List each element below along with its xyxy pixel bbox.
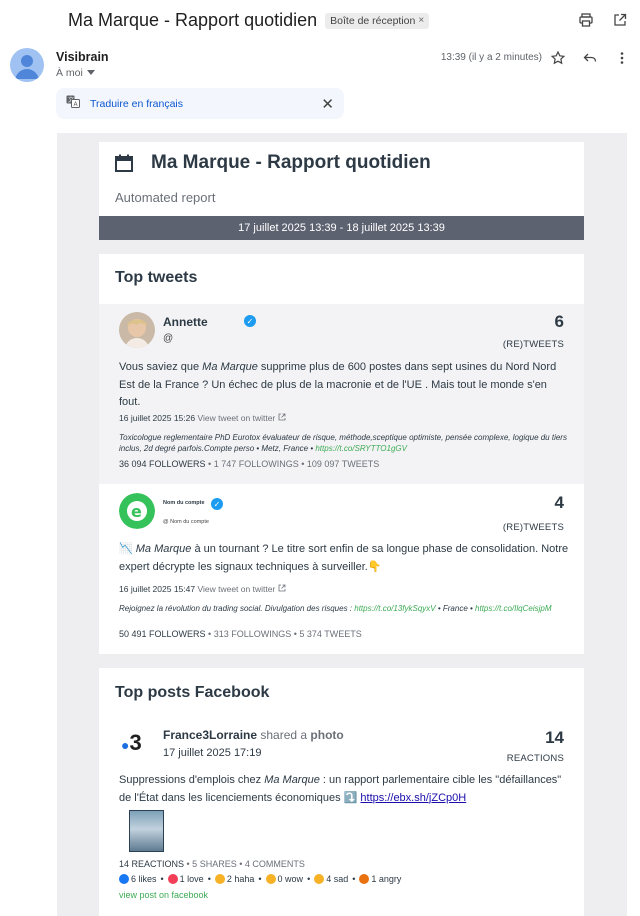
post-photo-thumbnail[interactable] — [129, 810, 164, 852]
reaction-breakdown: 6 likes • 1 love • 2 haha • 0 wow • 4 sad • 1… — [119, 874, 401, 884]
translate-bar: 文A Traduire en français ✕ — [56, 88, 344, 119]
france3-logo: ●3 — [121, 730, 142, 755]
sender-avatar[interactable] — [10, 48, 44, 82]
facebook-post-date: 17 juillet 2025 17:19 — [163, 747, 262, 759]
inbox-label-text: Boîte de réception — [330, 14, 416, 27]
page-name[interactable]: France3Lorraine — [163, 728, 257, 742]
sender-row: Visibrain À moi 13:39 (il y a 2 minutes) — [10, 48, 630, 88]
angry-icon — [359, 874, 370, 884]
report-subtitle: Automated report — [115, 190, 216, 205]
facebook-post-stats: 14 REACTIONS • 5 SHARES • 4 COMMENTS — [119, 859, 305, 869]
email-time: 13:39 (il y a 2 minutes) — [440, 52, 542, 63]
angry-reaction: 1 angry — [359, 874, 401, 884]
report-header-card: Ma Marque - Rapport quotidien Automated … — [99, 142, 584, 240]
remove-label-icon[interactable]: × — [418, 15, 424, 26]
tweet-author-name[interactable]: Nom du compte — [163, 500, 205, 506]
top-facebook-card: Top posts Facebook ●3 France3Lorraine sh… — [99, 668, 584, 916]
report-title-text: Ma Marque - Rapport quotidien — [151, 152, 431, 173]
wow-icon — [265, 874, 276, 884]
tweet-metric-value: 6 — [554, 312, 564, 331]
email-subject-row: Ma Marque - Rapport quotidien Boîte de r… — [68, 10, 430, 31]
facebook-metric-value: 14 — [545, 728, 564, 747]
report-date-range: 17 juillet 2025 13:39 - 18 juillet 2025 … — [99, 216, 584, 240]
love-reaction: 1 love — [167, 874, 204, 884]
calendar-icon — [115, 154, 133, 172]
tweet-author-name[interactable]: Annette — [163, 315, 208, 329]
report-title: Ma Marque - Rapport quotidien — [115, 152, 431, 174]
tweet-author-avatar — [119, 312, 155, 348]
tweet-author-avatar: e — [119, 493, 155, 529]
tweet-author-stats: 50 491 FOLLOWERS • 313 FOLLOWINGS • 5 37… — [119, 629, 362, 639]
like-icon — [119, 874, 129, 884]
view-post-link[interactable]: view post on facebook — [119, 890, 208, 900]
haha-reaction: 2 haha — [214, 874, 254, 884]
recipient-text: À moi — [56, 67, 83, 79]
bio-link[interactable]: https://t.co/IlqCeisjpM — [475, 604, 551, 613]
tweet-author-bio: Rejoignez la révolution du trading socia… — [119, 604, 552, 613]
facebook-post-text: Suppressions d'emplois chez Ma Marque : … — [119, 774, 562, 804]
chevron-down-icon — [86, 70, 95, 75]
tweet-item: e Nom du compte ✓ @ Nom du compte 4 (RE)… — [99, 485, 584, 654]
tweet-author-handle: @ Nom du compte — [163, 519, 209, 525]
bio-link[interactable]: https://t.co/SRYTTO1gGV — [315, 444, 407, 453]
inbox-label-chip[interactable]: Boîte de réception × — [325, 12, 430, 29]
sad-icon — [314, 874, 325, 884]
verified-icon: ✓ — [244, 315, 256, 327]
message-actions — [550, 50, 630, 66]
view-tweet-link[interactable]: View tweet on twitter — [197, 413, 275, 423]
open-in-new-window-icon[interactable] — [612, 12, 628, 28]
translate-icon: 文A — [66, 95, 80, 113]
star-icon[interactable] — [550, 50, 566, 66]
wow-reaction: 0 wow — [265, 874, 303, 884]
brand-mention: Ma Marque — [135, 543, 192, 555]
sender-name[interactable]: Visibrain — [56, 50, 109, 64]
tweet-text: Vous saviez que Ma Marque supprime plus … — [119, 361, 557, 408]
tweet-text: 📉 Ma Marque à un tournant ? Le titre sor… — [119, 543, 569, 573]
tweet-author-handle: @ — [163, 333, 174, 344]
top-actions — [578, 12, 628, 28]
email-body: Ma Marque - Rapport quotidien Automated … — [57, 133, 627, 916]
tweet-item: Annette ✓ @ 6 (RE)TWEETS Vous saviez que… — [99, 304, 584, 484]
more-options-icon[interactable] — [614, 50, 630, 66]
tweet-metric-label: (RE)TWEETS — [502, 522, 564, 533]
reply-icon[interactable] — [582, 50, 598, 66]
tweet-metric-label: (RE)TWEETS — [502, 339, 564, 350]
facebook-metric-label: REACTIONS — [506, 753, 564, 764]
recipient-dropdown[interactable]: À moi — [56, 67, 95, 79]
brand-mention: Ma Marque — [264, 774, 320, 786]
tweet-author-stats: 36 094 FOLLOWERS • 1 747 FOLLOWINGS • 10… — [119, 459, 380, 469]
haha-icon — [214, 874, 225, 884]
top-tweets-card: Top tweets Annette ✓ @ 6 (RE)TWEETS Vous… — [99, 254, 584, 654]
sad-reaction: 4 sad — [314, 874, 348, 884]
tweet-date: 16 juillet 2025 15:26 View tweet on twit… — [119, 413, 286, 423]
translate-link[interactable]: Traduire en français — [90, 98, 183, 110]
facebook-post: ●3 France3Lorraine shared a photo 17 jui… — [99, 718, 584, 916]
external-link-icon — [278, 584, 286, 592]
verified-icon: ✓ — [211, 498, 223, 510]
svg-text:e: e — [131, 502, 142, 521]
tweet-date: 16 juillet 2025 15:47 View tweet on twit… — [119, 584, 286, 594]
email-subject: Ma Marque - Rapport quotidien — [68, 10, 318, 30]
like-reaction: 6 likes — [119, 874, 157, 884]
bio-link[interactable]: https://t.co/13fykSqyxV — [354, 604, 435, 613]
external-link-icon — [278, 413, 286, 421]
print-icon[interactable] — [578, 12, 594, 28]
brand-mention: Ma Marque — [202, 361, 258, 373]
top-facebook-title: Top posts Facebook — [115, 684, 270, 701]
post-link[interactable]: https://ebx.sh/jZCp0H — [360, 792, 466, 804]
tweet-metric-value: 4 — [554, 493, 564, 512]
view-tweet-link[interactable]: View tweet on twitter — [197, 584, 275, 594]
facebook-post-author: France3Lorraine shared a photo — [163, 728, 344, 742]
top-tweets-title: Top tweets — [115, 269, 198, 286]
tweet-author-bio: Toxicologue reglementaire PhD Eurotox év… — [119, 433, 567, 453]
close-translate-icon[interactable]: ✕ — [321, 95, 334, 113]
love-icon — [167, 874, 178, 884]
